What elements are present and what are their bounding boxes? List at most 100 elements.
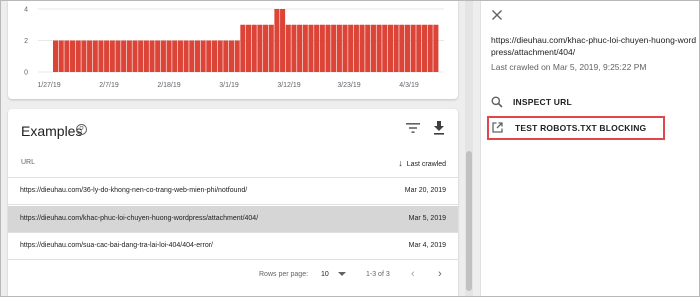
chart-bar <box>183 40 189 72</box>
pagination: Rows per page: 10 1-3 of 3 ‹ › <box>8 265 458 285</box>
chart-bar <box>302 24 308 72</box>
chart-bar <box>70 40 76 72</box>
chart-bar <box>263 24 269 72</box>
chart-bar <box>155 40 161 72</box>
chart-bar <box>206 40 212 72</box>
chart-bar <box>342 24 348 72</box>
app-frame: 4 2 0 1/27/19 2/7/19 2/18/19 3/1/19 3/12/19 3/23… <box>0 0 700 297</box>
chart-bar <box>75 40 81 72</box>
y-tick-label: 0 <box>24 70 28 77</box>
chart-bar <box>104 40 110 72</box>
chart-bar <box>160 40 166 72</box>
chart-bar <box>331 24 337 72</box>
page-range: 1-3 of 3 <box>366 271 390 278</box>
examples-card: Examples ? URL ↓ Last crawled https://die… <box>8 109 458 296</box>
chart-bar <box>132 40 138 72</box>
chart-bar <box>58 40 64 72</box>
chart-bar <box>416 24 422 72</box>
column-header-last-crawled[interactable]: ↓ Last crawled <box>398 158 446 168</box>
chart-bar <box>81 40 87 72</box>
chart-bar <box>194 40 200 72</box>
x-tick-label: 3/23/19 <box>337 82 360 89</box>
chart-bar <box>308 24 314 72</box>
chart-bar <box>240 24 246 72</box>
test-robots-button[interactable]: TEST ROBOTS.TXT BLOCKING <box>487 116 665 140</box>
close-icon[interactable] <box>491 9 503 21</box>
chart-bar <box>121 40 127 72</box>
bar-chart: 4 2 0 1/27/19 2/7/19 2/18/19 3/1/19 3/12/19 3/23… <box>24 7 444 89</box>
row-url: https://dieuhau.com/sua-cac-bai-dang-tra… <box>20 242 213 249</box>
chart-bar <box>143 40 149 72</box>
help-icon[interactable]: ? <box>76 124 87 135</box>
chart-bar <box>353 24 359 72</box>
chart-bar <box>285 24 291 72</box>
rows-per-page-select[interactable]: 10 <box>321 271 329 278</box>
rows-per-page-label: Rows per page: <box>259 271 309 278</box>
chart-bar <box>223 40 229 72</box>
chart-bar <box>427 24 433 72</box>
chart-bar <box>211 40 218 72</box>
chart-bar <box>393 24 399 72</box>
chart-bar <box>126 40 132 72</box>
panel-last-crawled: Last crawled on Mar 5, 2019, 9:25:22 PM <box>491 62 647 72</box>
chart-bar <box>200 40 206 72</box>
chart-bar <box>387 24 393 72</box>
chart-bar <box>64 40 70 72</box>
chart-bar <box>274 9 280 72</box>
chart-bar <box>370 24 376 72</box>
chart-bar <box>228 40 235 72</box>
scrollbar-thumb[interactable] <box>466 151 472 291</box>
chart-bar <box>314 24 320 72</box>
chart-bar <box>268 24 274 72</box>
chart-bar <box>149 40 155 72</box>
chart-bar <box>421 24 428 72</box>
chart-bar <box>399 24 405 72</box>
chart-bar <box>251 24 257 72</box>
main-content: 4 2 0 1/27/19 2/7/19 2/18/19 3/1/19 3/12/19 3/23… <box>1 1 473 296</box>
chevron-down-icon[interactable] <box>338 272 346 276</box>
chart-bar <box>138 40 144 72</box>
chart-bar <box>404 24 411 72</box>
chart-bar <box>217 40 223 72</box>
chart-bar <box>319 24 325 72</box>
x-tick-label: 2/7/19 <box>99 82 119 89</box>
x-tick-label: 3/12/19 <box>277 82 300 89</box>
chart-bar <box>291 24 297 72</box>
y-tick-label: 4 <box>24 7 28 14</box>
chart-bar <box>376 24 382 72</box>
chart-bar <box>177 40 183 72</box>
row-date: Mar 4, 2019 <box>408 242 446 249</box>
chart-bar <box>172 40 178 72</box>
filter-icon[interactable] <box>406 122 420 134</box>
row-date: Mar 5, 2019 <box>408 215 446 222</box>
chart-card: 4 2 0 1/27/19 2/7/19 2/18/19 3/1/19 3/12/19 3/23… <box>8 1 458 99</box>
chart-bar <box>109 40 115 72</box>
y-tick-label: 2 <box>24 38 28 45</box>
examples-title: Examples <box>21 123 83 139</box>
chart-bar <box>280 9 286 72</box>
chart-bar <box>365 24 371 72</box>
open-in-new-icon <box>492 122 503 133</box>
table-row[interactable]: https://dieuhau.com/khac-phuc-loi-chuyen… <box>8 206 458 233</box>
chart-bar <box>297 24 303 72</box>
search-icon <box>491 96 503 108</box>
chart-bar <box>325 24 331 72</box>
table-row[interactable]: https://dieuhau.com/36-ly-do-khong-nen-c… <box>8 178 458 205</box>
inspect-url-button[interactable]: INSPECT URL <box>489 94 669 110</box>
download-icon[interactable] <box>433 121 445 135</box>
chart-bar <box>166 40 172 72</box>
inspect-url-label: INSPECT URL <box>513 97 572 107</box>
chart-bar <box>348 24 354 72</box>
chart-bar <box>234 40 240 72</box>
sort-arrow-icon: ↓ <box>398 158 403 168</box>
chart-bar <box>410 24 416 72</box>
previous-page-button[interactable]: ‹ <box>411 268 415 280</box>
chart-bar <box>98 40 104 72</box>
panel-url: https://dieuhau.com/khac-phuc-loi-chuyen… <box>491 35 697 57</box>
chart-bar <box>359 24 365 72</box>
chart-bar <box>433 24 439 72</box>
chart-bar <box>53 40 59 72</box>
next-page-button[interactable]: › <box>438 268 442 280</box>
column-header-url[interactable]: URL <box>21 159 35 166</box>
table-row[interactable]: https://dieuhau.com/sua-cac-bai-dang-tra… <box>8 233 458 260</box>
